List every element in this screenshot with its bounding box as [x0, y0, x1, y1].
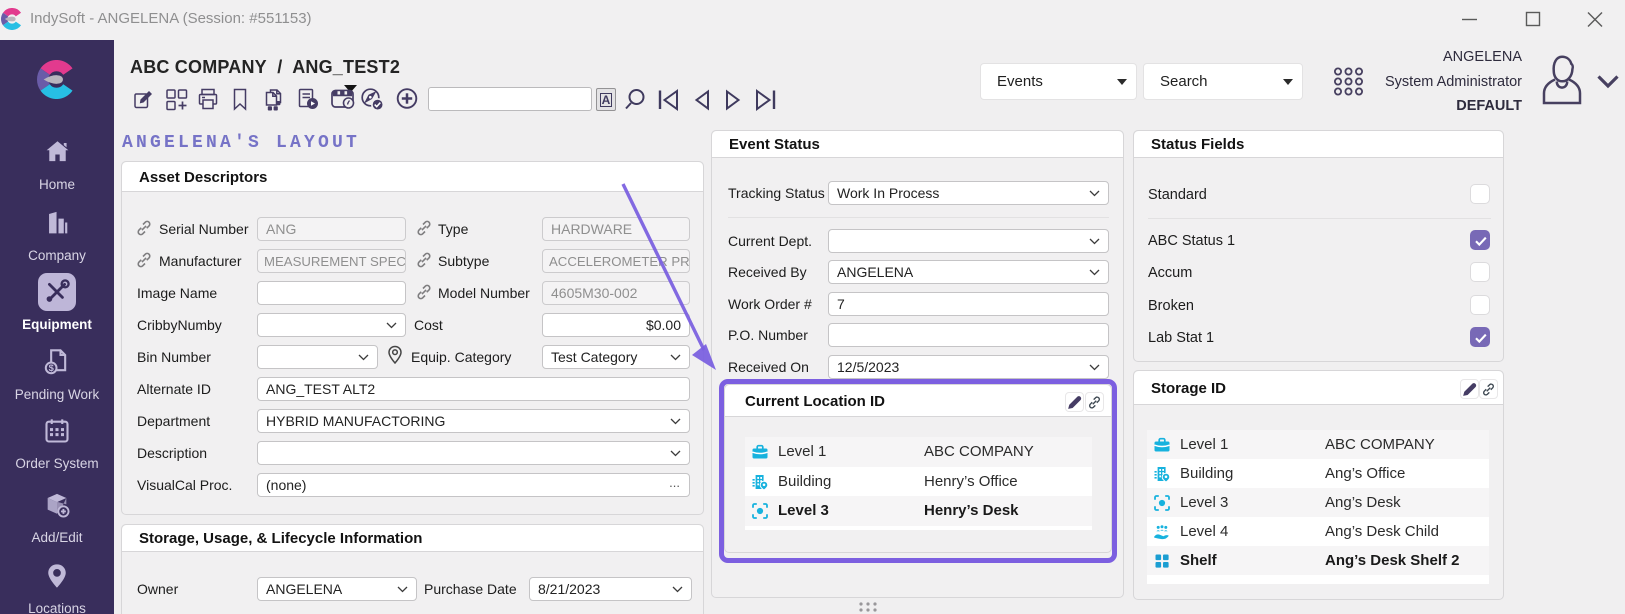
svg-text:$: $ — [49, 363, 55, 373]
